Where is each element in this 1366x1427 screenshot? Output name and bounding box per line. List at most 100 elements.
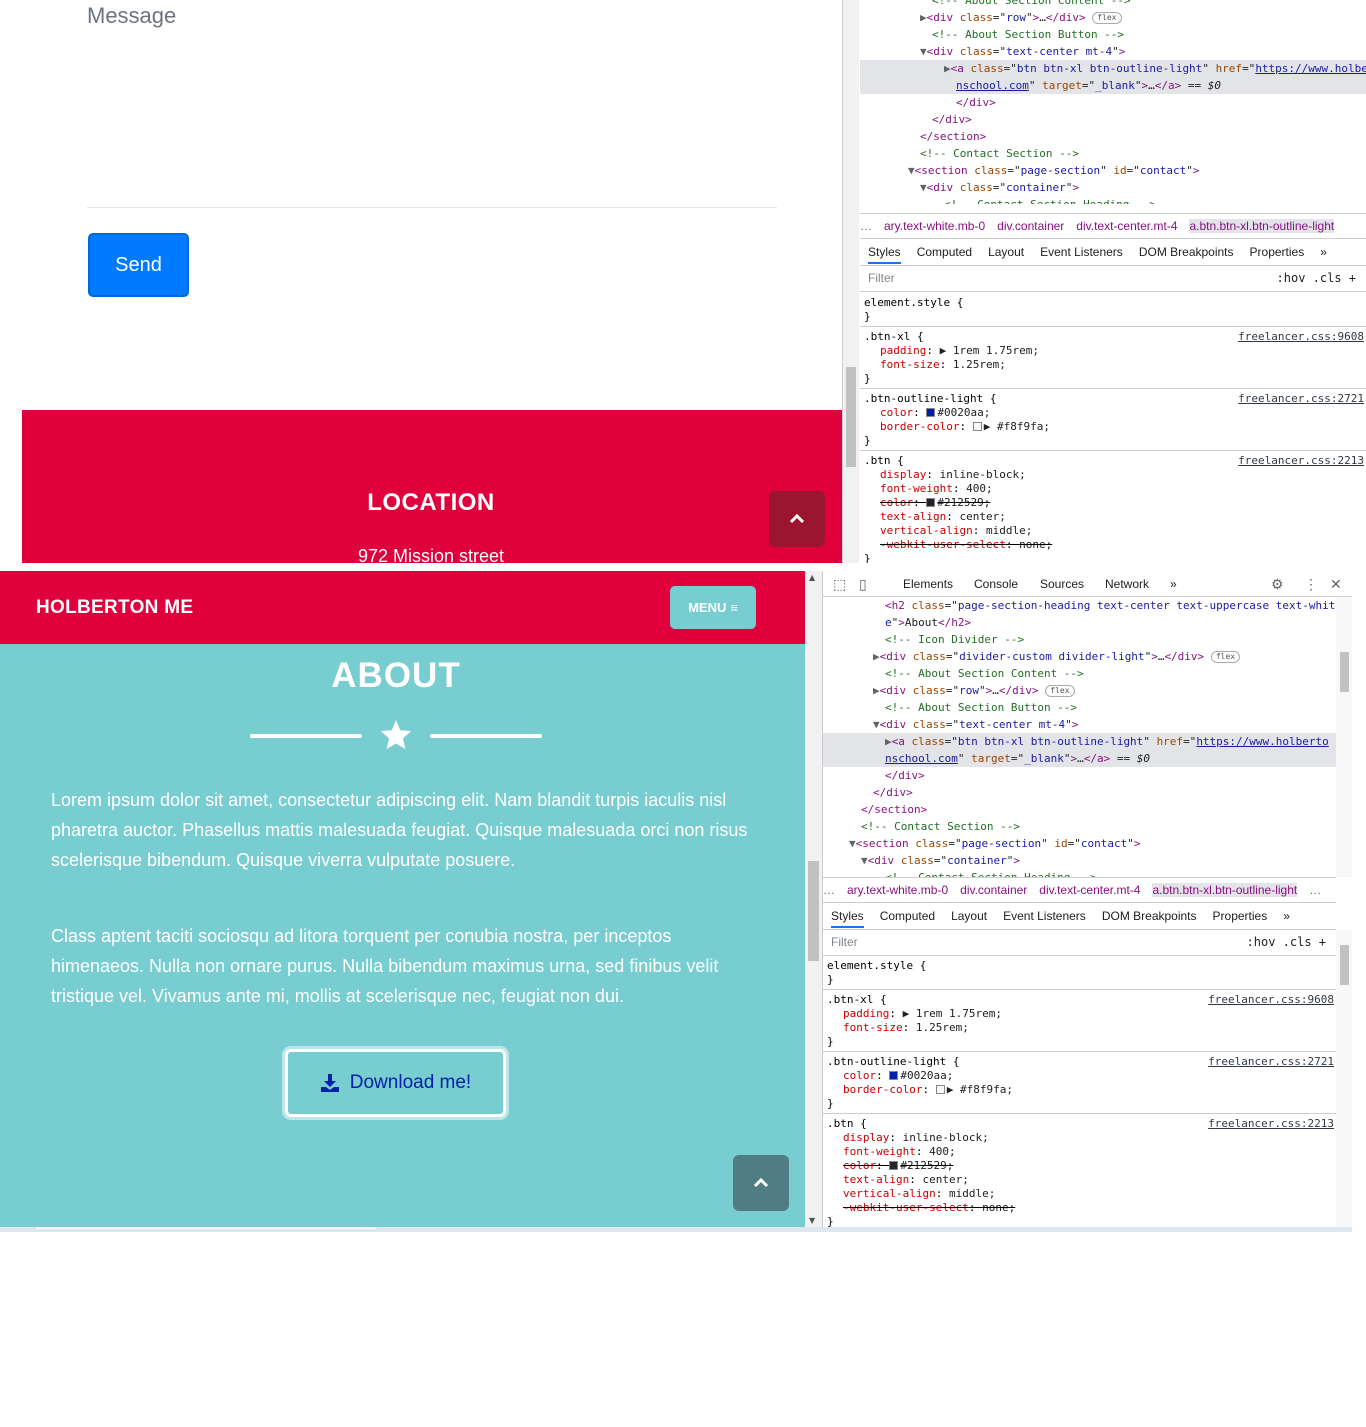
dom-node-line[interactable]: <!-- About Section Button --> [823,699,1336,716]
css-property[interactable]: padding: ▶ 1rem 1.75rem; [864,344,1362,358]
breadcrumb[interactable]: … ary.text-white.mb-0 div.container div.tex… [823,877,1336,903]
css-source-link[interactable]: freelancer.css:9608 [1208,993,1334,1007]
styles-pane[interactable]: element.style {} .btn-xl {freelancer.css:… [860,293,1366,563]
inspect-icon[interactable]: ⬚ [833,571,846,597]
dom-node-line[interactable]: ▼<section class="page-section" id="conta… [823,835,1336,852]
dom-node-line[interactable]: <!-- About Section Content --> [860,0,1366,9]
styles-scrollbar[interactable] [1336,930,1352,1227]
dom-node-line[interactable]: <!-- Contact Section --> [860,145,1366,162]
css-property[interactable]: font-weight: 400; [827,1145,1332,1159]
dom-node-line[interactable]: e">About</h2> [823,614,1336,631]
css-property[interactable]: color: #212529; [827,1159,1332,1173]
css-property[interactable]: border-color: ▶ #f8f9fa; [827,1083,1332,1097]
css-property[interactable]: text-align: center; [827,1173,1332,1187]
subtab-styles[interactable]: Styles [831,909,864,928]
css-property[interactable]: font-weight: 400; [864,482,1362,496]
subtab-dom-breakpoints[interactable]: DOM Breakpoints [1102,909,1197,923]
css-source-link[interactable]: freelancer.css:9608 [1238,330,1364,344]
subtab-dom-breakpoints[interactable]: DOM Breakpoints [1139,245,1234,259]
styles-subtabs[interactable]: Styles Computed Layout Event Listeners DOM B… [823,904,1336,930]
filter-tools[interactable]: :hov .cls + [1247,930,1326,955]
dom-node-line[interactable]: ▼<div class="container"> [860,179,1366,196]
dom-scrollbar[interactable] [1336,597,1352,877]
subtab-computed[interactable]: Computed [917,245,972,259]
scroll-to-top-button[interactable] [733,1155,789,1211]
scrollbar-thumb[interactable] [808,861,819,961]
dom-node-line[interactable]: <!-- Icon Divider --> [823,631,1336,648]
gear-icon[interactable]: ⚙ [1271,571,1284,597]
css-property[interactable]: color: #212529; [864,496,1362,510]
dom-node-line[interactable]: nschool.com" target="_blank">…</a> == $0 [860,77,1366,94]
dom-tree[interactable]: <!-- About Section Content --> ▶<div clas… [860,0,1366,204]
css-source-link[interactable]: freelancer.css:2721 [1208,1055,1334,1069]
menu-button[interactable]: MENU ≡ [670,586,756,629]
breadcrumb-item[interactable]: div.container [960,883,1027,897]
css-property[interactable]: color: #0020aa; [827,1069,1332,1083]
color-swatch[interactable] [889,1071,899,1080]
breadcrumb-item[interactable]: … [823,883,835,897]
css-rule[interactable]: .btn-xl {freelancer.css:9608 padding: ▶ 1… [823,990,1336,1052]
color-swatch[interactable] [972,422,982,431]
css-property[interactable]: display: inline-block; [864,468,1362,482]
dom-node-line[interactable]: </section> [823,801,1336,818]
dom-node-line[interactable]: ▶<a class="btn btn-xl btn-outline-light"… [823,733,1336,750]
css-source-link[interactable]: freelancer.css:2721 [1238,392,1364,406]
css-property[interactable]: -webkit-user-select: none; [864,538,1362,552]
css-selector[interactable]: element.style { [827,959,1332,973]
message-textarea[interactable]: Message [87,0,777,208]
filter-input[interactable]: Filter [831,930,858,955]
css-property[interactable]: border-color: ▶ #f8f9fa; [864,420,1362,434]
filter-input[interactable]: Filter [868,266,895,291]
css-property[interactable]: font-size: 1.25rem; [827,1021,1332,1035]
breadcrumb-item[interactable]: ary.text-white.mb-0 [884,219,985,233]
dom-node-line[interactable]: <!-- About Section Content --> [823,665,1336,682]
send-button[interactable]: Send [88,233,189,297]
css-rule[interactable]: .btn-outline-light {freelancer.css:2721 c… [860,389,1366,451]
tab-network[interactable]: Network [1105,571,1149,597]
breadcrumb-item[interactable]: div.text-center.mt-4 [1039,883,1140,897]
css-property[interactable]: color: #0020aa; [864,406,1362,420]
subtab-styles[interactable]: Styles [868,245,901,264]
breadcrumb-item[interactable]: a.btn.btn-xl.btn-outline-light [1152,883,1298,897]
subtab-layout[interactable]: Layout [988,245,1024,259]
dom-node-line[interactable]: <!-- Contact Section --> [823,818,1336,835]
css-property[interactable]: vertical-align: middle; [827,1187,1332,1201]
scrollbar-thumb[interactable] [846,367,856,467]
tab-console[interactable]: Console [974,571,1018,597]
styles-filter[interactable]: Filter :hov .cls + [823,930,1336,956]
breadcrumb-item[interactable]: … [1309,883,1321,897]
subtab-properties[interactable]: Properties [1250,245,1305,259]
brand-logo[interactable]: HOLBERTON ME [36,597,193,619]
dom-node-line[interactable]: </div> [823,767,1336,784]
styles-subtabs[interactable]: Styles Computed Layout Event Listeners DOM B… [860,240,1366,266]
dom-node-line[interactable]: ▼<div class="text-center mt-4"> [860,43,1366,60]
dom-node-line[interactable]: </div> [823,784,1336,801]
styles-pane[interactable]: element.style {} .btn-xl {freelancer.css:… [823,956,1336,1227]
dom-node-line[interactable]: <!-- About Section Button --> [860,26,1366,43]
breadcrumb-item[interactable]: … [860,219,872,233]
color-swatch[interactable] [926,408,936,417]
css-property[interactable]: -webkit-user-select: none; [827,1201,1332,1215]
scroll-to-top-button[interactable] [769,491,825,547]
dom-node-line[interactable]: <h2 class="page-section-heading text-cen… [823,597,1336,614]
dom-node-line[interactable]: nschool.com" target="_blank">…</a> == $0 [823,750,1336,767]
breadcrumb-item[interactable]: ary.text-white.mb-0 [847,883,948,897]
dom-node-line[interactable]: ▶<div class="divider-custom divider-ligh… [823,648,1336,665]
color-swatch[interactable] [926,498,936,507]
css-source-link[interactable]: freelancer.css:2213 [1208,1117,1334,1131]
tab-sources[interactable]: Sources [1040,571,1084,597]
close-icon[interactable]: ✕ [1330,571,1342,597]
dom-node-line[interactable]: <!-- Contact Section Heading --> [823,869,1336,877]
scroll-down-arrow[interactable]: ▼ [809,1216,815,1225]
css-source-link[interactable]: freelancer.css:2213 [1238,454,1364,468]
css-property[interactable]: display: inline-block; [827,1131,1332,1145]
breadcrumb-item[interactable]: a.btn.btn-xl.btn-outline-light [1189,219,1335,233]
css-rule[interactable]: element.style {} [860,293,1366,327]
scroll-up-arrow[interactable]: ▲ [809,573,815,582]
css-property[interactable]: font-size: 1.25rem; [864,358,1362,372]
page-scrollbar[interactable]: ▲ ▼ [805,571,822,1227]
dom-tree[interactable]: <h2 class="page-section-heading text-cen… [823,597,1336,877]
color-swatch[interactable] [935,1085,945,1094]
breadcrumb[interactable]: … ary.text-white.mb-0 div.container div.tex… [860,213,1366,239]
css-rule[interactable]: .btn {freelancer.css:2213 display: inline… [860,451,1366,563]
